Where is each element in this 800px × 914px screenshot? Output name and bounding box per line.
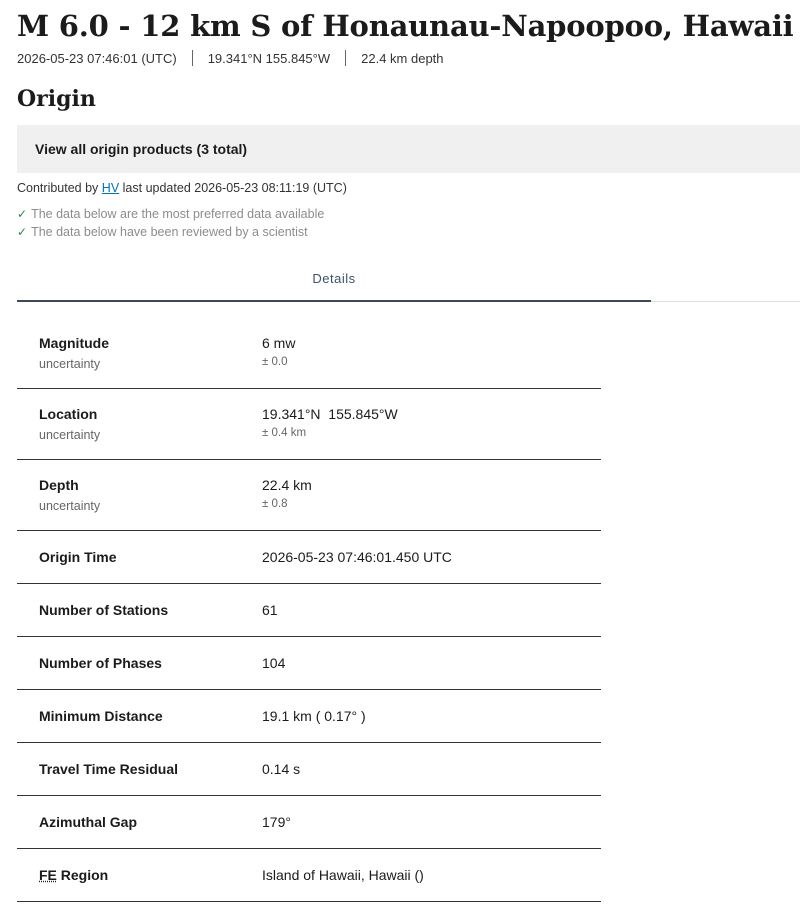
detail-row-depth: Depth uncertainty 22.4 km ± 0.8 [17, 460, 601, 531]
min-distance-label: Minimum Distance [39, 708, 163, 724]
tab-details[interactable]: Details [17, 260, 651, 302]
detail-row-location: Location uncertainty 19.341°N 155.845°W … [17, 389, 601, 460]
contributed-by-label: Contributed by [17, 181, 99, 195]
view-all-origin-products-link[interactable]: View all origin products (3 total) [35, 141, 247, 157]
fe-region-value: Island of Hawaii, Hawaii () [262, 867, 424, 883]
contributor-link[interactable]: HV [102, 181, 119, 195]
check-icon: ✓ [17, 207, 28, 221]
magnitude-value: 6 mw [262, 335, 296, 351]
detail-row-origin-time: Origin Time 2026-05-23 07:46:01.450 UTC [17, 531, 601, 584]
detail-row-fe-region: FE Region Island of Hawaii, Hawaii () [17, 849, 601, 902]
origin-products-panel: View all origin products (3 total) [17, 125, 800, 173]
fe-region-label-text: Region [56, 867, 109, 883]
fe-abbreviation[interactable]: FE [39, 867, 57, 883]
origin-details-table: Magnitude uncertainty 6 mw ± 0.0 Locatio… [17, 318, 601, 902]
detail-row-phases: Number of Phases 104 [17, 637, 601, 690]
meta-divider [191, 50, 193, 66]
phases-label: Number of Phases [39, 655, 162, 671]
event-title: M 6.0 - 12 km S of Honaunau-Napoopoo, Ha… [17, 9, 794, 43]
check-icon: ✓ [17, 225, 28, 239]
contributor-line: Contributed by HV last updated 2026-05-2… [17, 181, 347, 195]
detail-row-magnitude: Magnitude uncertainty 6 mw ± 0.0 [17, 318, 601, 389]
phases-value: 104 [262, 655, 286, 671]
location-value: 19.341°N 155.845°W [262, 406, 398, 422]
detail-row-azimuthal-gap: Azimuthal Gap 179° [17, 796, 601, 849]
depth-uncertainty-label: uncertainty [39, 499, 101, 513]
tab-bar: Details [17, 260, 800, 302]
depth-uncertainty-value: ± 0.8 [262, 498, 288, 510]
event-coordinates: 19.341°N 155.845°W [207, 50, 331, 66]
depth-label: Depth [39, 477, 79, 493]
residual-value: 0.14 s [262, 761, 301, 777]
preferred-note: ✓ The data below are the most preferred … [17, 207, 324, 221]
min-distance-value: 19.1 km ( 0.17° ) [262, 708, 366, 724]
stations-value: 61 [262, 602, 278, 618]
residual-label: Travel Time Residual [39, 761, 179, 777]
location-label: Location [39, 406, 98, 422]
magnitude-uncertainty-label: uncertainty [39, 357, 101, 371]
magnitude-uncertainty-value: ± 0.0 [262, 356, 288, 368]
azimuthal-gap-value: 179° [262, 814, 291, 830]
origin-section-title: Origin [17, 86, 96, 112]
preferred-note-text: The data below are the most preferred da… [31, 207, 325, 221]
reviewed-note-text: The data below have been reviewed by a s… [31, 225, 308, 239]
depth-value: 22.4 km [262, 477, 312, 493]
detail-row-residual: Travel Time Residual 0.14 s [17, 743, 601, 796]
event-time: 2026-05-23 07:46:01 (UTC) [17, 50, 177, 66]
stations-label: Number of Stations [39, 602, 169, 618]
detail-row-stations: Number of Stations 61 [17, 584, 601, 637]
origin-time-label: Origin Time [39, 549, 117, 565]
magnitude-label: Magnitude [39, 335, 109, 351]
azimuthal-gap-label: Azimuthal Gap [39, 814, 138, 830]
location-uncertainty-value: ± 0.4 km [262, 427, 307, 439]
meta-divider [345, 50, 347, 66]
last-updated: last updated 2026-05-23 08:11:19 (UTC) [122, 181, 347, 195]
location-uncertainty-label: uncertainty [39, 428, 101, 442]
event-depth: 22.4 km depth [361, 50, 444, 66]
reviewed-note: ✓ The data below have been reviewed by a… [17, 225, 308, 239]
fe-region-label: FE Region [39, 865, 262, 885]
origin-time-value: 2026-05-23 07:46:01.450 UTC [262, 549, 452, 565]
event-meta: 2026-05-23 07:46:01 (UTC) 19.341°N 155.8… [17, 49, 444, 67]
detail-row-min-distance: Minimum Distance 19.1 km ( 0.17° ) [17, 690, 601, 743]
